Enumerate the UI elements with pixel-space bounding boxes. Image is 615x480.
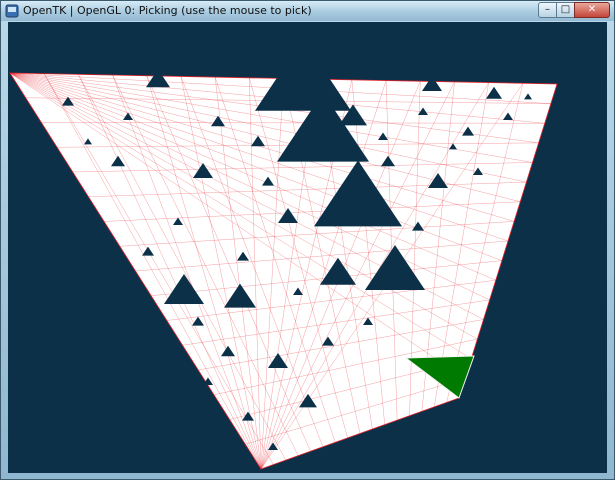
title-bar[interactable]: OpenTK | OpenGL 0: Picking (use the mous… (1, 1, 614, 21)
close-icon: ✕ (587, 4, 597, 15)
sierpinski-fractal-render[interactable] (8, 22, 607, 473)
app-window: OpenTK | OpenGL 0: Picking (use the mous… (0, 0, 615, 480)
maximize-button[interactable]: □ (556, 2, 575, 18)
app-icon (5, 4, 19, 18)
window-title: OpenTK | OpenGL 0: Picking (use the mous… (23, 4, 312, 17)
gl-viewport[interactable] (8, 22, 607, 473)
minimize-button[interactable]: – (538, 2, 557, 18)
minimize-icon: – (545, 4, 550, 15)
maximize-icon: □ (560, 4, 571, 15)
close-button[interactable]: ✕ (574, 2, 610, 18)
